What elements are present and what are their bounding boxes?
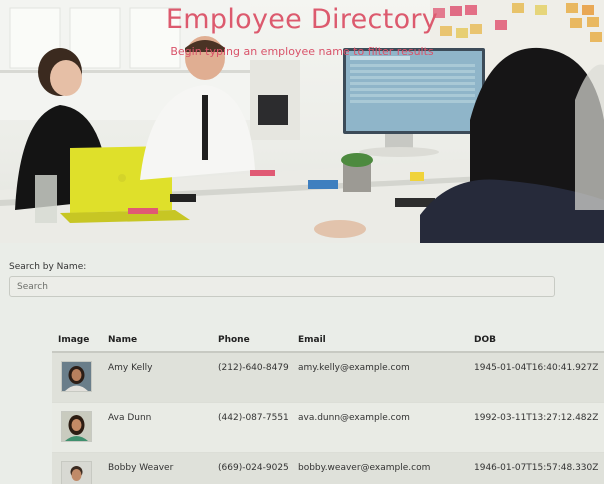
hero-office-photo	[0, 0, 604, 243]
employee-phone: (442)-087-7551	[218, 413, 289, 423]
employee-dob: 1945-01-04T16:40:41.927Z	[474, 363, 599, 373]
employee-name: Amy Kelly	[108, 363, 153, 373]
employee-avatar	[61, 361, 92, 392]
employee-email: amy.kelly@example.com	[298, 363, 410, 373]
column-header-dob[interactable]: DOB	[474, 335, 496, 345]
column-header-phone[interactable]: Phone	[218, 335, 250, 345]
hero-banner: Employee Directory Begin typing an emplo…	[0, 0, 604, 243]
search-input[interactable]	[9, 276, 555, 297]
column-header-image[interactable]: Image	[58, 335, 89, 345]
employee-email: ava.dunn@example.com	[298, 413, 410, 423]
employee-name: Bobby Weaver	[108, 463, 174, 473]
employee-table: Image Name Phone Email DOB Amy Kelly (21…	[52, 330, 604, 484]
employee-email: bobby.weaver@example.com	[298, 463, 431, 473]
table-row: Amy Kelly (212)-640-8479 amy.kelly@examp…	[52, 353, 604, 403]
employee-dob: 1992-03-11T13:27:12.482Z	[474, 413, 599, 423]
search-label: Search by Name:	[9, 262, 87, 272]
employee-name: Ava Dunn	[108, 413, 152, 423]
table-row: Bobby Weaver (669)-024-9025 bobby.weaver…	[52, 453, 604, 484]
employee-phone: (669)-024-9025	[218, 463, 289, 473]
employee-avatar	[61, 411, 92, 442]
employee-dob: 1946-01-07T15:57:48.330Z	[474, 463, 599, 473]
page: Employee Directory Begin typing an emplo…	[0, 0, 604, 484]
page-title: Employee Directory	[165, 4, 439, 35]
employee-phone: (212)-640-8479	[218, 363, 289, 373]
column-header-name[interactable]: Name	[108, 335, 137, 345]
column-header-email[interactable]: Email	[298, 335, 326, 345]
page-subtitle: Begin typing an employee name to filter …	[170, 45, 434, 58]
table-header: Image Name Phone Email DOB	[52, 330, 604, 353]
table-row: Ava Dunn (442)-087-7551 ava.dunn@example…	[52, 403, 604, 453]
employee-avatar	[61, 461, 92, 484]
